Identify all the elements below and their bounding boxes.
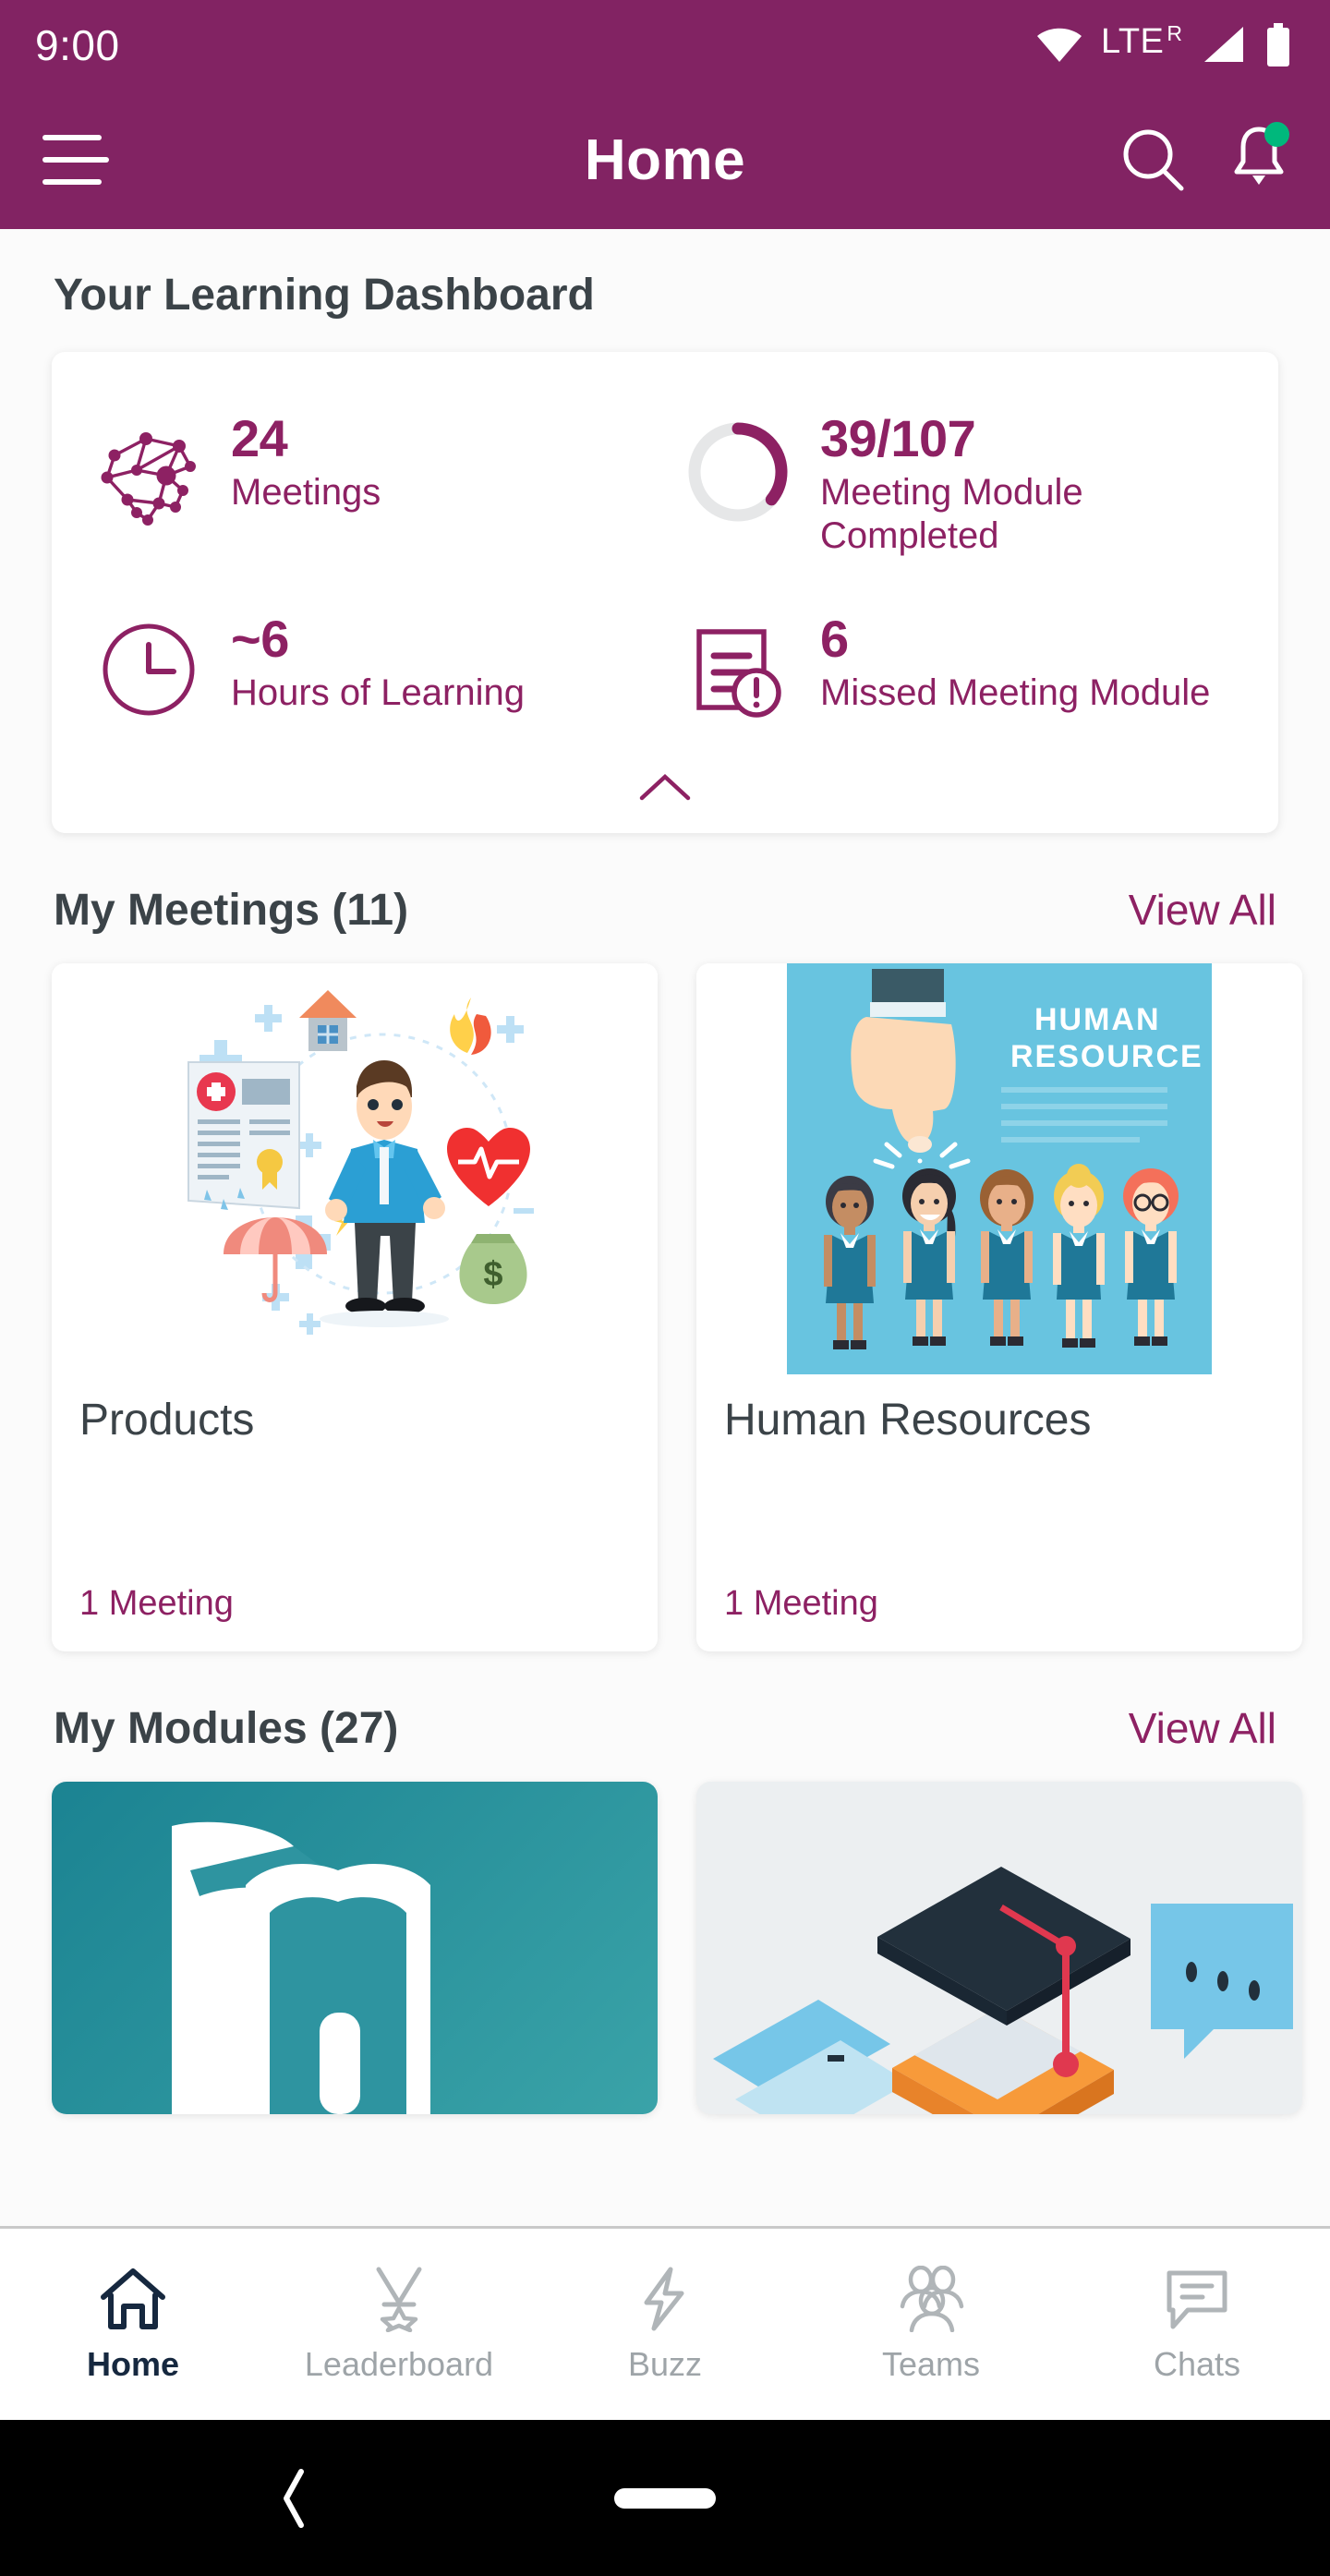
meeting-card[interactable]: $ Products 1 Meeting (52, 962, 658, 1651)
learning-dashboard-card: 24 Meetings 39/107 Meeting Module Comple… (52, 352, 1278, 833)
hamburger-menu-icon[interactable] (42, 135, 109, 185)
document-alert-icon (683, 610, 792, 722)
stat-missed-modules[interactable]: 6 Missed Meeting Module (665, 584, 1278, 748)
clock-icon (94, 610, 203, 720)
meeting-card[interactable]: HUMAN RESOURCE Human Resources 1 Meeting (696, 962, 1302, 1651)
shield-lock-illustration (172, 1821, 430, 2114)
dashboard-collapse-row (52, 748, 1278, 813)
chat-bubble-icon (1167, 2270, 1227, 2328)
meeting-card-body: Products 1 Meeting (52, 1374, 658, 1651)
chevron-up-icon[interactable] (636, 770, 694, 804)
meeting-card-title: Human Resources (724, 1395, 1092, 1445)
wifi-icon (1037, 28, 1082, 62)
meeting-card-body: Human Resources 1 Meeting (696, 1374, 1302, 1651)
network-type-indicator: LTE R (1101, 21, 1182, 61)
nav-item-teams-label: Teams (881, 2344, 981, 2383)
notification-badge-dot (1264, 121, 1289, 147)
android-navigation-bar (0, 2420, 1330, 2576)
module-card[interactable] (696, 1781, 1302, 2114)
nav-item-leaderboard[interactable]: Leaderboard (266, 2266, 532, 2384)
app-bar-actions (1119, 121, 1289, 197)
nav-item-buzz-label: Buzz (627, 2344, 703, 2383)
hr-heading-line2: RESOURCE (1010, 1039, 1203, 1074)
stat-meetings-text: 24 Meetings (231, 409, 381, 514)
lightning-bolt-icon (644, 2267, 684, 2330)
app-screen: 9:00 LTE R Home Your Learning Dashboard … (0, 0, 1330, 2576)
modules-card-row (0, 1781, 1330, 2114)
bottom-navigation: Home Leaderboard Buzz Teams Chats (0, 2226, 1330, 2420)
medal-icon (376, 2267, 422, 2332)
signal-icon (1204, 27, 1243, 62)
modules-view-all-link[interactable]: View All (1129, 1703, 1276, 1753)
stat-hours-label: Hours of Learning (231, 672, 525, 714)
home-pill-icon[interactable] (614, 2487, 716, 2509)
notifications-button[interactable] (1230, 121, 1289, 197)
network-type-label: LTE (1101, 22, 1165, 61)
graduation-cap-illustration (696, 1781, 1302, 2114)
progress-ring-icon (683, 409, 792, 526)
module-card[interactable] (52, 1781, 658, 2114)
stat-missed-value: 6 (820, 609, 849, 668)
roaming-indicator: R (1167, 21, 1182, 45)
meetings-card-row: $ Products 1 Meeting HUMAN RESOURCE Huma… (0, 962, 1330, 1651)
stat-modules-completed[interactable]: 39/107 Meeting Module Completed (665, 383, 1278, 584)
nav-item-leaderboard-label: Leaderboard (304, 2344, 494, 2383)
meetings-view-all-link[interactable]: View All (1129, 885, 1276, 935)
stat-hours-value: ~6 (231, 609, 289, 668)
network-graph-icon (94, 409, 203, 529)
status-bar-icons: LTE R (1034, 23, 1293, 67)
stat-missed-text: 6 Missed Meeting Module (820, 610, 1210, 715)
dashboard-heading: Your Learning Dashboard (54, 271, 595, 320)
search-icon[interactable] (1119, 126, 1188, 194)
modules-section-header: My Modules (27) View All (0, 1651, 1330, 1782)
stat-modules-completed-label: Meeting Module Completed (820, 472, 1083, 557)
nav-item-chats-label: Chats (1153, 2344, 1241, 2383)
dashboard-stats-grid: 24 Meetings 39/107 Meeting Module Comple… (52, 383, 1278, 748)
modules-section-title: My Modules (27) (54, 1703, 399, 1753)
status-bar-clock: 9:00 (35, 21, 120, 69)
dashboard-heading-row: Your Learning Dashboard (0, 229, 1330, 352)
meeting-card-title: Products (79, 1395, 255, 1445)
status-bar: 9:00 LTE R (0, 0, 1330, 91)
stat-hours-of-learning[interactable]: ~6 Hours of Learning (52, 584, 665, 748)
stat-meetings-label: Meetings (231, 472, 381, 514)
main-content: Your Learning Dashboard 24 Meetings 39/1… (0, 229, 1330, 2226)
meetings-section-header: My Meetings (11) View All (0, 833, 1330, 963)
stat-modules-completed-text: 39/107 Meeting Module Completed (820, 409, 1265, 558)
nav-item-home[interactable]: Home (0, 2266, 266, 2384)
meeting-card-subtitle: 1 Meeting (79, 1583, 234, 1623)
nav-item-teams[interactable]: Teams (798, 2265, 1064, 2384)
stat-missed-label: Missed Meeting Module (820, 672, 1211, 714)
people-group-icon (900, 2265, 964, 2332)
stat-meetings[interactable]: 24 Meetings (52, 383, 665, 584)
nav-item-chats[interactable]: Chats (1064, 2266, 1330, 2384)
svg-text:$: $ (483, 1255, 502, 1294)
stat-meetings-value: 24 (231, 409, 288, 467)
home-icon (101, 2268, 165, 2329)
back-chevron-icon[interactable] (277, 2466, 314, 2531)
meeting-card-subtitle: 1 Meeting (724, 1583, 878, 1623)
meetings-section-title: My Meetings (11) (54, 885, 409, 935)
app-bar: Home (0, 91, 1330, 229)
nav-item-buzz[interactable]: Buzz (532, 2266, 798, 2384)
human-resource-illustration: HUMAN RESOURCE (696, 962, 1302, 1374)
nav-item-home-label: Home (86, 2344, 180, 2383)
insurance-illustration: $ (52, 962, 658, 1374)
stat-modules-completed-value: 39/107 (820, 409, 976, 467)
hr-heading-line1: HUMAN (1034, 1002, 1161, 1037)
battery-icon (1267, 23, 1289, 67)
stat-hours-text: ~6 Hours of Learning (231, 610, 525, 715)
